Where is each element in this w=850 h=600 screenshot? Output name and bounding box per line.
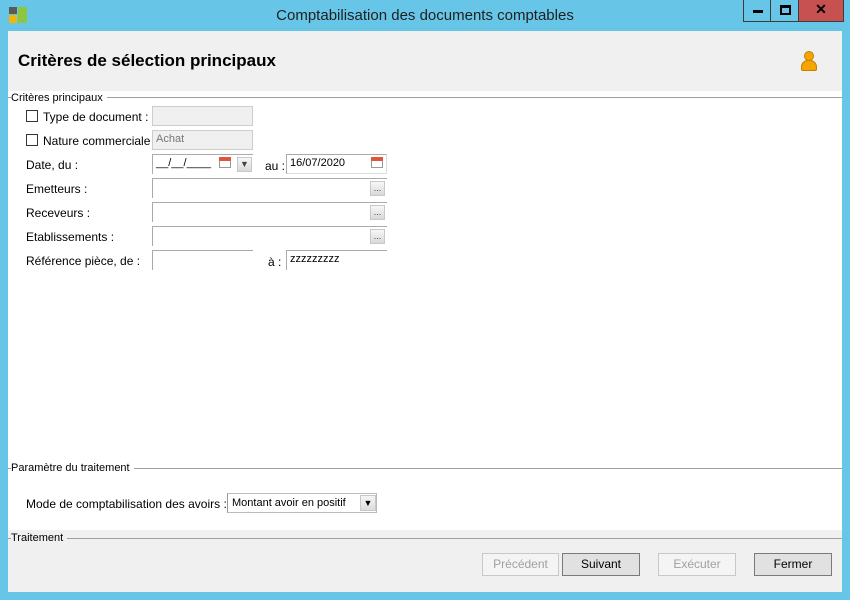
mode-comptabilisation-select[interactable]: Montant avoir en positif	[227, 493, 377, 513]
date-from-dropdown-button[interactable]: ▼	[237, 157, 252, 172]
maximize-icon	[780, 5, 791, 15]
maximize-button[interactable]	[770, 0, 799, 22]
date-from-next-button[interactable]	[219, 158, 232, 173]
minimize-icon	[753, 10, 763, 13]
nature-commerciale-label: Nature commerciale :	[43, 134, 158, 148]
minimize-button[interactable]	[743, 0, 771, 22]
criteria-group-line	[8, 97, 842, 98]
nature-commerciale-checkbox[interactable]	[26, 134, 38, 146]
etablissements-browse-button[interactable]: ...	[370, 229, 385, 244]
treatment-group-line	[8, 538, 842, 539]
emetteurs-label: Emetteurs :	[26, 182, 88, 196]
mode-comptabilisation-label: Mode de comptabilisation des avoirs :	[26, 497, 227, 511]
reference-from-field[interactable]	[152, 250, 253, 270]
nature-commerciale-field[interactable]: Achat	[152, 130, 253, 150]
type-document-field[interactable]	[152, 106, 253, 126]
emetteurs-browse-button[interactable]: ...	[370, 181, 385, 196]
user-icon[interactable]	[801, 51, 817, 73]
executer-button[interactable]: Exécuter	[658, 553, 736, 576]
treatment-group-label: Traitement	[11, 532, 68, 544]
etablissements-label: Etablissements :	[26, 230, 115, 244]
type-document-checkbox[interactable]	[26, 110, 38, 122]
close-button[interactable]: ✕	[798, 0, 844, 22]
page-title: Critères de sélection principaux	[18, 51, 276, 70]
precedent-button[interactable]: Précédent	[482, 553, 559, 576]
close-icon: ✕	[815, 1, 827, 17]
calendar-icon[interactable]	[371, 157, 383, 168]
reference-to-label: à :	[268, 255, 282, 269]
emetteurs-field[interactable]	[152, 178, 387, 198]
suivant-button[interactable]: Suivant	[562, 553, 640, 576]
application-window: Comptabilisation des documents comptable…	[0, 0, 850, 600]
title-bar[interactable]: Comptabilisation des documents comptable…	[0, 0, 850, 30]
client-area: Critères de sélection principaux Critère…	[8, 31, 842, 592]
receveurs-field[interactable]	[152, 202, 387, 222]
reference-to-field[interactable]: zzzzzzzzz	[286, 250, 387, 270]
date-to-label: au :	[265, 159, 286, 173]
chevron-down-icon[interactable]: ▼	[360, 495, 376, 511]
criteria-group-label: Critères principaux	[11, 92, 107, 104]
params-group-label: Paramètre du traitement	[11, 462, 134, 474]
receveurs-browse-button[interactable]: ...	[370, 205, 385, 220]
fermer-button[interactable]: Fermer	[754, 553, 832, 576]
etablissements-field[interactable]	[152, 226, 387, 246]
type-document-label: Type de document :	[43, 110, 149, 124]
header-band: Critères de sélection principaux	[8, 31, 842, 91]
receveurs-label: Receveurs :	[26, 206, 91, 220]
date-label: Date, du :	[26, 158, 79, 172]
reference-label: Référence pièce, de :	[26, 254, 141, 268]
window-title: Comptabilisation des documents comptable…	[276, 7, 574, 24]
